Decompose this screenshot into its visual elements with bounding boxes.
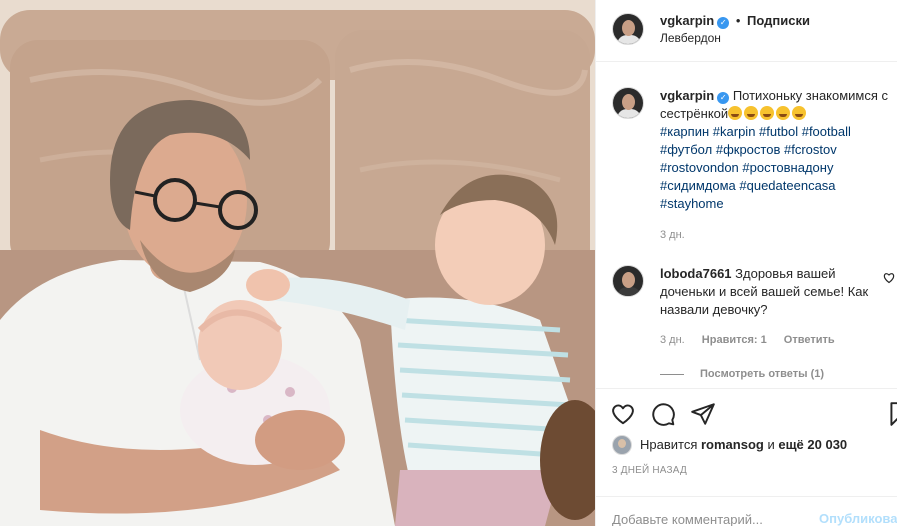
verified-badge-icon: ✓ — [717, 17, 730, 29]
header-separator: • — [735, 13, 741, 28]
hashtag-link[interactable]: #фкростов — [716, 142, 781, 157]
hashtag-list: #карпин #karpin #futbol #football #футбо… — [660, 124, 851, 211]
comment-like-heart-icon[interactable] — [883, 272, 895, 284]
hashtag-link[interactable]: #карпин — [660, 124, 709, 139]
commenter-avatar[interactable] — [612, 265, 644, 297]
hashtag-link[interactable]: #rostovondon — [660, 160, 739, 175]
hashtag-link[interactable]: #сидимдома — [660, 178, 736, 193]
heart-eyes-emoji-icon — [760, 106, 775, 120]
hashtag-link[interactable]: #karpin — [713, 124, 756, 139]
commenter-username[interactable]: loboda7661 — [660, 266, 732, 281]
post-side-panel: vgkarpin ✓ • Подписки Левбердон vgkarpin ✓… — [595, 0, 897, 526]
likes-count[interactable]: ещё 20 030 — [778, 437, 847, 452]
likes-text: Нравится romansog и ещё 20 030 — [640, 437, 847, 452]
hashtag-link[interactable]: #futbol — [759, 124, 798, 139]
share-icon[interactable] — [690, 401, 716, 427]
post-header: vgkarpin ✓ • Подписки Левбердон — [596, 0, 897, 62]
hashtag-link[interactable]: #fcrostov — [784, 142, 837, 157]
likes-summary: Нравится romansog и ещё 20 030 — [612, 435, 892, 455]
heart-icon[interactable] — [610, 401, 636, 427]
header-line: vgkarpin ✓ • Подписки — [660, 13, 810, 29]
liker-username[interactable]: romansog — [701, 437, 764, 452]
location-link[interactable]: Левбердон — [660, 31, 721, 45]
caption-text: vgkarpin ✓ Потихоньку знакомимся с сестрё… — [660, 87, 896, 213]
hashtag-link[interactable]: #футбол — [660, 142, 712, 157]
likes-connector: и — [767, 437, 775, 452]
caption-username[interactable]: vgkarpin — [660, 88, 714, 103]
publish-button[interactable]: Опубликовать — [819, 511, 897, 526]
caption-time[interactable]: 3 дн. — [660, 229, 685, 241]
hashtag-link[interactable]: #football — [802, 124, 851, 139]
comment-time[interactable]: 3 дн. — [660, 334, 685, 346]
post-date[interactable]: 3 ДНЕЙ НАЗАД — [612, 465, 687, 476]
author-username[interactable]: vgkarpin — [660, 13, 714, 28]
comment-text: loboda7661 Здоровья вашей доченьки и все… — [660, 265, 870, 319]
verified-badge-icon: ✓ — [717, 92, 730, 104]
hashtag-link[interactable]: #quedateencasa — [739, 178, 835, 193]
liker-avatar[interactable] — [612, 435, 632, 455]
comment-likes[interactable]: Нравится: 1 — [702, 334, 767, 346]
caption-author-avatar[interactable] — [612, 87, 644, 119]
heart-eyes-emoji-icon — [792, 106, 807, 120]
follow-status-button[interactable]: Подписки — [747, 13, 810, 28]
heart-eyes-emoji-icon — [776, 106, 791, 120]
comment-input[interactable] — [612, 509, 802, 526]
comment-icon[interactable] — [650, 401, 676, 427]
comment-meta: 3 дн. Нравится: 1 Ответить — [660, 334, 849, 346]
add-comment-bar: Опубликовать — [596, 496, 897, 526]
likes-prefix: Нравится — [640, 437, 698, 452]
photo-illustration — [0, 0, 595, 526]
hashtag-link[interactable]: #stayhome — [660, 196, 724, 211]
reply-button[interactable]: Ответить — [784, 334, 835, 346]
view-replies-button[interactable]: Посмотреть ответы (1) — [660, 368, 824, 380]
author-avatar[interactable] — [612, 13, 644, 45]
post-actions: Нравится romansog и ещё 20 030 3 ДНЕЙ НА… — [596, 388, 897, 488]
winking-tongue-emoji-icon — [744, 106, 759, 120]
bookmark-icon[interactable] — [886, 401, 897, 427]
post-photo[interactable] — [0, 0, 595, 526]
hashtag-link[interactable]: #ростовнадону — [742, 160, 833, 175]
star-struck-emoji-icon — [728, 106, 743, 120]
